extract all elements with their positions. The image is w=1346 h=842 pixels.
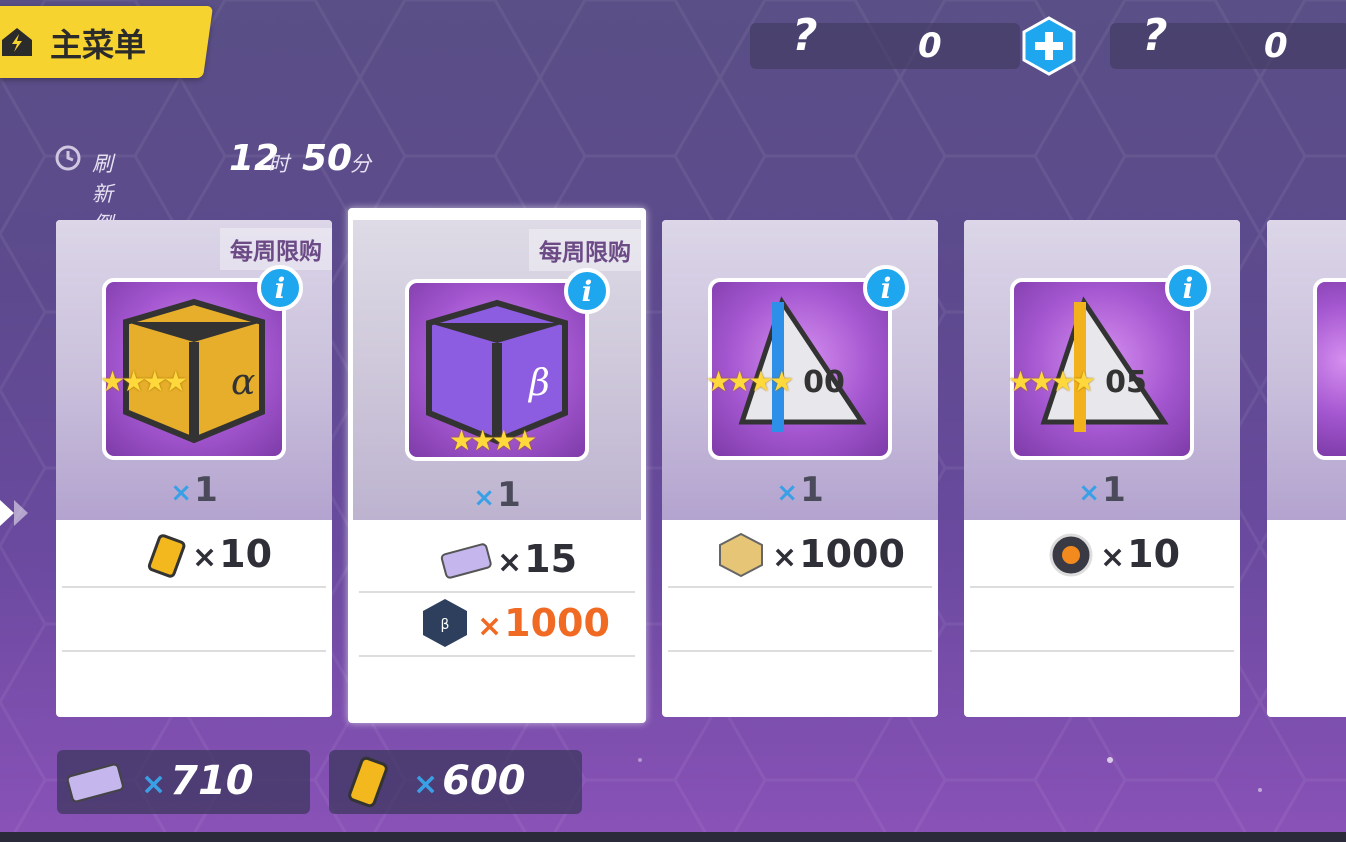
rarity-stars: ★★★★ — [100, 365, 188, 398]
rarity-stars: ★★★★ — [706, 365, 794, 398]
battery-count: 600 — [442, 758, 526, 804]
price-value: 15 — [524, 537, 578, 581]
shop-item-card[interactable]: 05 ★★★★ i ×1 ×10 — [964, 220, 1240, 717]
beta-test-coin-icon: β — [423, 599, 467, 647]
hours-unit: 时 — [268, 152, 289, 176]
battery-icon — [147, 534, 186, 578]
gold-coin-icon — [719, 532, 763, 578]
price-row: ×15 — [359, 527, 635, 593]
svg-text:i: i — [275, 272, 286, 305]
price-row-empty — [62, 586, 326, 652]
item-frame — [1313, 278, 1346, 460]
battery-icon — [348, 756, 388, 808]
svg-text:i: i — [881, 272, 892, 305]
info-icon[interactable]: i — [563, 267, 611, 315]
resource-2-value: 0 — [1264, 26, 1288, 66]
add-resource-button[interactable] — [1020, 16, 1078, 76]
item-quantity: ×1 — [473, 475, 521, 515]
pass-ticket-count: 710 — [170, 758, 254, 804]
svg-text:β: β — [441, 617, 450, 633]
rarity-stars: ★★★★ — [1008, 365, 1096, 398]
minutes-unit: 分 — [350, 152, 371, 176]
unknown-resource-icon: ? — [792, 10, 818, 61]
price-row-2: β ×1000 — [359, 591, 635, 657]
svg-text:α: α — [231, 362, 255, 403]
item-quantity: ×1 — [1078, 470, 1126, 510]
pass-ticket-icon — [440, 543, 492, 579]
svg-text:00: 00 — [803, 365, 845, 400]
item-quantity: ×1 — [776, 470, 824, 510]
shop-item-card-partial[interactable] — [1267, 220, 1346, 717]
orb-icon — [1049, 533, 1093, 577]
info-icon[interactable]: i — [256, 264, 304, 312]
expand-arrow-icon[interactable] — [0, 496, 34, 530]
resource-1-value: 0 — [918, 26, 942, 66]
price-row: ×10 — [62, 522, 326, 588]
price-row-empty — [970, 586, 1234, 652]
svg-text:i: i — [1183, 272, 1194, 305]
svg-text:β: β — [527, 363, 550, 404]
shop-item-card-selected[interactable]: 每周限购 β ★★★★ i ×1 ×15 β ×1000 — [348, 208, 646, 723]
currency-pass-ticket: × 710 — [57, 750, 310, 814]
shop-item-card[interactable]: 每周限购 α ★★★★ i ×1 ×10 — [56, 220, 332, 717]
main-menu-label: 主菜单 — [50, 26, 147, 64]
clock-icon — [55, 145, 81, 171]
home-icon — [2, 28, 32, 56]
svg-text:05: 05 — [1105, 365, 1147, 400]
price-row-empty — [668, 586, 932, 652]
bottom-edge — [0, 832, 1346, 842]
price-value: 1000 — [504, 601, 610, 645]
svg-text:i: i — [582, 275, 593, 308]
price-value: 10 — [219, 532, 273, 576]
rarity-stars: ★★★★ — [449, 424, 537, 457]
countdown-minutes: 50 — [302, 138, 353, 179]
price-row: ×1000 — [668, 522, 932, 588]
price-row: ×10 — [970, 522, 1234, 588]
price-value: 10 — [1127, 532, 1181, 576]
info-icon[interactable]: i — [862, 264, 910, 312]
item-quantity: ×1 — [170, 470, 218, 510]
pass-ticket-icon — [66, 763, 124, 803]
price-value: 1000 — [799, 532, 905, 576]
currency-battery: × 600 — [329, 750, 582, 814]
weekly-limit-tag: 每周限购 — [529, 229, 641, 271]
resource-bar-1 — [750, 23, 1020, 69]
unknown-resource-icon-2: ? — [1142, 10, 1168, 61]
info-icon[interactable]: i — [1164, 264, 1212, 312]
shop-item-card[interactable]: 00 ★★★★ i ×1 ×1000 — [662, 220, 938, 717]
